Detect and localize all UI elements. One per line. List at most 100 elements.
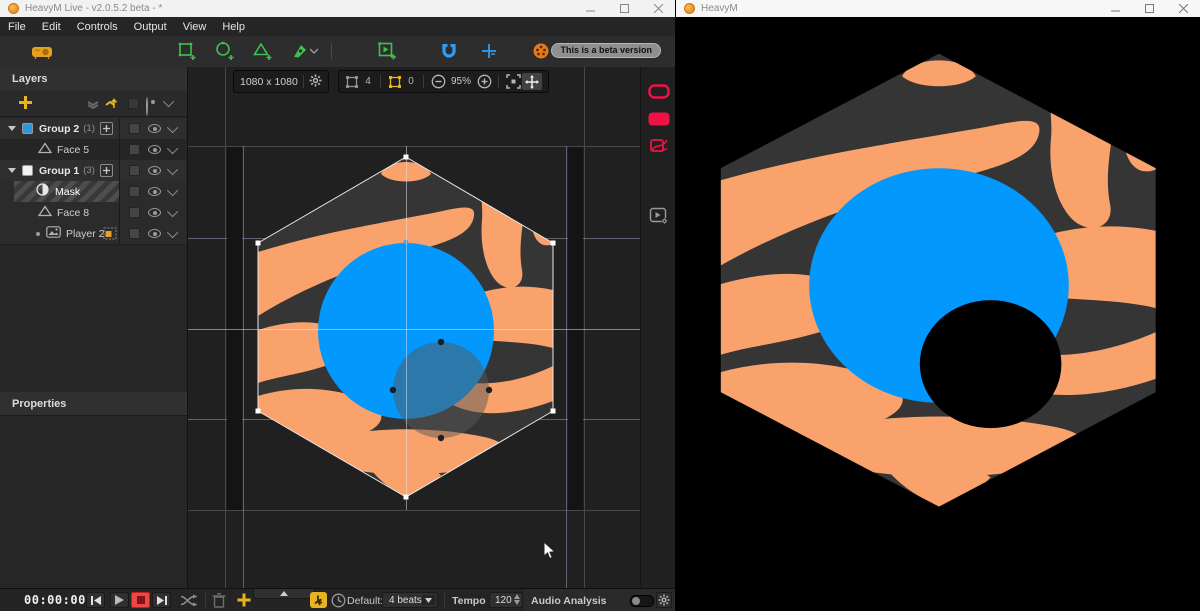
visibility-toggle[interactable] bbox=[148, 208, 161, 217]
layer-row-player-2[interactable]: Player 2 bbox=[0, 223, 186, 245]
layer-label: Mask bbox=[55, 186, 80, 198]
solo-checkbox[interactable] bbox=[129, 186, 140, 197]
add-player-button[interactable] bbox=[375, 40, 399, 62]
resolution-toolbar: 1080 x 1080 bbox=[233, 70, 329, 93]
guides-yellow-count: 0 bbox=[404, 76, 418, 87]
delete-sequence-button[interactable] bbox=[212, 593, 226, 611]
output-title-bar[interactable]: HeavyM bbox=[676, 0, 1200, 18]
fit-view-button[interactable] bbox=[504, 74, 522, 89]
minimize-button[interactable] bbox=[573, 0, 607, 17]
player-media-icon bbox=[46, 225, 61, 243]
add-layer-button[interactable] bbox=[18, 95, 33, 115]
audio-settings-button[interactable] bbox=[656, 592, 672, 608]
close-button[interactable] bbox=[1166, 0, 1200, 17]
selected-face-hexagon[interactable] bbox=[225, 146, 585, 510]
tempo-spinner[interactable]: 120 bbox=[489, 592, 523, 608]
desktop: HeavyM Live - v2.0.5.2 beta - * File Edi… bbox=[0, 0, 1200, 611]
maximize-button[interactable] bbox=[607, 0, 641, 17]
default-beats-dropdown[interactable]: 4 beats bbox=[382, 592, 438, 608]
sequence-outline-icon[interactable] bbox=[648, 82, 670, 100]
move-layer-down-icon[interactable] bbox=[86, 97, 100, 115]
add-sequence-button[interactable] bbox=[237, 593, 251, 611]
group-color-swatch[interactable] bbox=[22, 165, 33, 176]
layer-row-face-5[interactable]: Face 5 bbox=[0, 139, 186, 161]
layer-row-group-1[interactable]: Group 1 (3) bbox=[0, 160, 186, 182]
pan-tool-button[interactable] bbox=[522, 73, 542, 90]
row-chevron-icon[interactable] bbox=[166, 121, 177, 132]
zoom-in-button[interactable] bbox=[475, 74, 493, 89]
visibility-column-icon[interactable] bbox=[146, 97, 148, 116]
zoom-level[interactable]: 95% bbox=[447, 76, 475, 87]
media-fit-icon[interactable] bbox=[103, 227, 118, 245]
row-chevron-icon[interactable] bbox=[166, 163, 177, 174]
sequence-filled-icon[interactable] bbox=[648, 110, 670, 128]
effects-icon[interactable] bbox=[648, 137, 670, 155]
visibility-toggle[interactable] bbox=[148, 124, 161, 133]
visibility-toggle[interactable] bbox=[148, 145, 161, 154]
visibility-toggle[interactable] bbox=[148, 187, 161, 196]
group-color-swatch[interactable] bbox=[22, 123, 33, 134]
projector-icon[interactable] bbox=[30, 40, 54, 62]
menu-file[interactable]: File bbox=[0, 21, 34, 33]
pen-tool-dropdown-icon[interactable] bbox=[308, 40, 320, 62]
selection-center-horizontal-line bbox=[188, 329, 640, 330]
solo-checkbox[interactable] bbox=[129, 207, 140, 218]
player-settings-icon[interactable] bbox=[648, 207, 670, 225]
menu-help[interactable]: Help bbox=[214, 21, 253, 33]
zoom-out-button[interactable] bbox=[429, 74, 447, 89]
resolution-settings-gear-icon[interactable] bbox=[309, 74, 322, 90]
row-chevron-icon[interactable] bbox=[166, 226, 177, 237]
crosshair-guides-button[interactable] bbox=[477, 40, 501, 62]
transport-separator bbox=[444, 593, 445, 608]
maximize-button[interactable] bbox=[1132, 0, 1166, 17]
menu-controls[interactable]: Controls bbox=[69, 21, 126, 33]
solo-checkbox[interactable] bbox=[129, 144, 140, 155]
layer-row-mask[interactable]: Mask bbox=[0, 181, 186, 203]
stop-button[interactable] bbox=[131, 592, 150, 608]
face-icon bbox=[38, 204, 52, 222]
mapping-canvas[interactable]: 1080 x 1080 4 0 95% bbox=[188, 67, 640, 588]
move-layer-up-icon[interactable] bbox=[104, 96, 118, 114]
resolution-label[interactable]: 1080 x 1080 bbox=[240, 76, 298, 88]
layer-row-group-2[interactable]: Group 2 (1) bbox=[0, 118, 186, 140]
menu-edit[interactable]: Edit bbox=[34, 21, 69, 33]
solo-checkbox[interactable] bbox=[129, 123, 140, 134]
visibility-toggle[interactable] bbox=[148, 166, 161, 175]
menu-output[interactable]: Output bbox=[126, 21, 175, 33]
metronome-clock-icon[interactable] bbox=[331, 593, 346, 611]
solo-column-icon[interactable] bbox=[128, 98, 139, 109]
expander-icon[interactable] bbox=[8, 168, 16, 173]
output-guides-icon[interactable] bbox=[343, 75, 361, 89]
add-to-group-button[interactable] bbox=[100, 122, 113, 135]
add-to-group-button[interactable] bbox=[100, 164, 113, 177]
custom-guides-icon[interactable] bbox=[386, 75, 404, 89]
add-triangle-button[interactable] bbox=[251, 40, 275, 62]
audio-analysis-toggle[interactable] bbox=[630, 595, 654, 607]
add-ellipse-button[interactable] bbox=[213, 40, 237, 62]
row-chevron-icon[interactable] bbox=[166, 205, 177, 216]
shuffle-button[interactable] bbox=[180, 594, 198, 611]
row-chevron-icon[interactable] bbox=[166, 184, 177, 195]
magnet-snap-button[interactable] bbox=[437, 40, 461, 62]
play-button[interactable] bbox=[110, 592, 129, 608]
skip-to-start-button[interactable] bbox=[86, 592, 105, 608]
spinner-arrows-icon[interactable] bbox=[514, 594, 520, 605]
projection-output bbox=[676, 17, 1200, 611]
collapse-column-icon[interactable] bbox=[163, 96, 174, 107]
tap-tempo-button[interactable] bbox=[310, 592, 327, 608]
layer-row-face-8[interactable]: Face 8 bbox=[0, 202, 186, 224]
close-button[interactable] bbox=[641, 0, 675, 17]
color-palette-button[interactable] bbox=[529, 40, 553, 62]
visibility-toggle[interactable] bbox=[148, 229, 161, 238]
menu-view[interactable]: View bbox=[175, 21, 215, 33]
add-quad-button[interactable] bbox=[175, 40, 199, 62]
expander-icon[interactable] bbox=[8, 126, 16, 131]
skip-to-end-button[interactable] bbox=[152, 592, 171, 608]
solo-checkbox[interactable] bbox=[129, 228, 140, 239]
toolbar-separator bbox=[331, 43, 332, 60]
minimize-button[interactable] bbox=[1098, 0, 1132, 17]
title-bar[interactable]: HeavyM Live - v2.0.5.2 beta - * bbox=[0, 0, 675, 18]
solo-checkbox[interactable] bbox=[129, 165, 140, 176]
row-chevron-icon[interactable] bbox=[166, 142, 177, 153]
timeline-expand-tab[interactable] bbox=[253, 589, 315, 599]
